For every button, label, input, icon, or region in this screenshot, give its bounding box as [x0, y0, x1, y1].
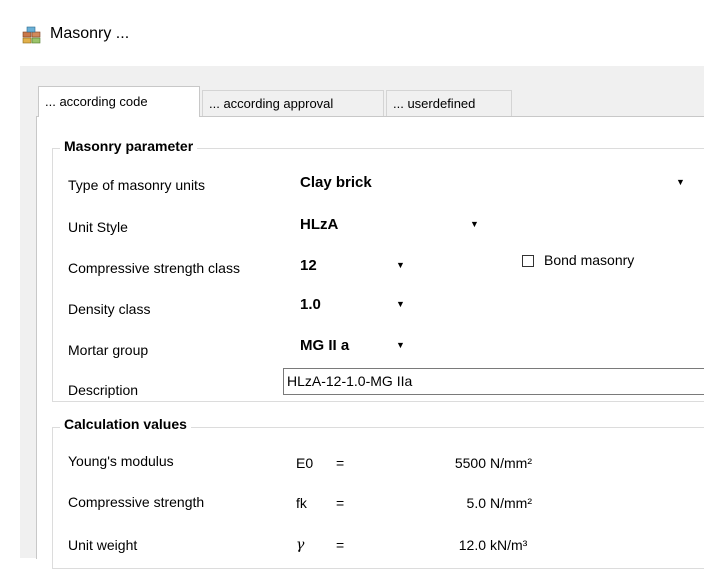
- equals-sign: =: [336, 455, 345, 471]
- youngs-modulus-value: 5500: [454, 455, 486, 471]
- compressive-strength-symbol: fk: [296, 495, 307, 511]
- density-class-label: Density class: [68, 301, 151, 317]
- density-class-select[interactable]: 1.0 ▼: [296, 292, 410, 318]
- chevron-down-icon: ▼: [396, 340, 405, 350]
- chevron-down-icon: ▼: [396, 260, 405, 270]
- unit-weight-unit: kN/m³: [490, 537, 528, 553]
- strength-class-label: Compressive strength class: [68, 260, 240, 276]
- unit-style-value: HLzA: [300, 216, 339, 233]
- mortar-group-value: MG II a: [300, 337, 350, 354]
- youngs-modulus-symbol: E0: [296, 455, 314, 471]
- tab-label: ... according code: [45, 94, 148, 109]
- description-label: Description: [68, 382, 139, 398]
- tab-according-approval[interactable]: ... according approval: [202, 90, 384, 116]
- tab-according-code[interactable]: ... according code: [38, 86, 200, 117]
- mortar-group-label: Mortar group: [68, 342, 149, 358]
- calculation-values-title: Calculation values: [60, 416, 191, 432]
- compressive-strength-label: Compressive strength: [68, 494, 205, 510]
- strength-class-select[interactable]: 12 ▼: [296, 253, 410, 279]
- type-of-units-select[interactable]: Clay brick ▼: [296, 170, 700, 196]
- compressive-strength-value: 5.0: [466, 495, 486, 511]
- equals-sign: =: [336, 537, 345, 553]
- mortar-group-select[interactable]: MG II a ▼: [296, 333, 410, 359]
- unit-weight-symbol: γ: [296, 537, 305, 553]
- equals-sign: =: [336, 495, 345, 511]
- chevron-down-icon: ▼: [676, 177, 685, 187]
- tab-label: ... userdefined: [393, 96, 476, 111]
- masonry-parameter-title: Masonry parameter: [60, 138, 198, 154]
- title-bar: Masonry ...: [0, 0, 704, 66]
- unit-style-select[interactable]: HLzA ▼: [296, 212, 490, 238]
- bond-masonry-label: Bond masonry: [544, 252, 635, 268]
- density-class-value: 1.0: [300, 296, 321, 313]
- youngs-modulus-unit: N/mm²: [490, 455, 532, 471]
- type-of-units-value: Clay brick: [300, 174, 372, 191]
- tab-userdefined[interactable]: ... userdefined: [386, 90, 512, 116]
- tab-label: ... according approval: [209, 96, 334, 111]
- masonry-bricks-icon: [22, 26, 42, 44]
- compressive-strength-unit: N/mm²: [490, 495, 532, 511]
- youngs-modulus-label: Young's modulus: [68, 453, 174, 469]
- type-of-units-label: Type of masonry units: [68, 177, 205, 193]
- unit-style-label: Unit Style: [68, 219, 128, 235]
- chevron-down-icon: ▼: [470, 219, 479, 229]
- chevron-down-icon: ▼: [396, 299, 405, 309]
- bond-masonry-checkbox[interactable]: Bond masonry: [522, 252, 672, 274]
- description-field[interactable]: HLzA-12-1.0-MG IIa: [283, 368, 704, 395]
- checkbox-icon: [522, 255, 534, 267]
- unit-weight-value: 12.0: [458, 537, 486, 553]
- unit-weight-label: Unit weight: [68, 537, 138, 553]
- window-title: Masonry ...: [50, 25, 130, 42]
- strength-class-value: 12: [300, 257, 317, 274]
